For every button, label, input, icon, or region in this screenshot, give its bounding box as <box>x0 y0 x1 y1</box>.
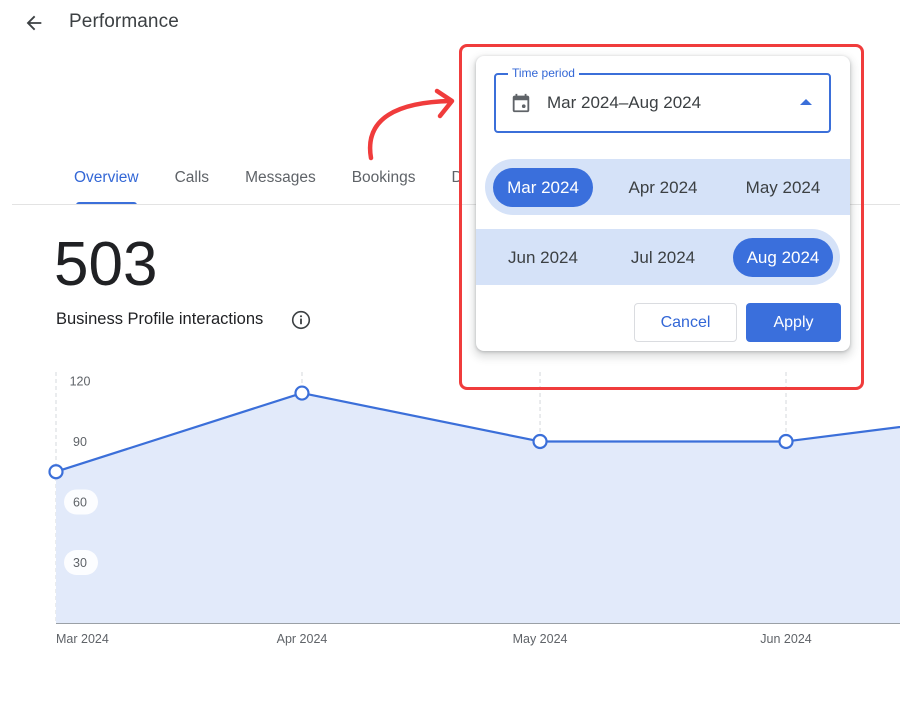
chart-area-fill <box>56 393 900 623</box>
chart-y-tick: 60 <box>64 489 98 515</box>
month-label: Aug 2024 <box>733 237 833 277</box>
chart-data-point <box>532 433 548 450</box>
time-period-value: Mar 2024–Aug 2024 <box>547 93 702 112</box>
month-option[interactable]: May 2024 <box>723 159 843 215</box>
chart-y-tick-label: 60 <box>73 495 87 509</box>
time-period-select[interactable]: Time period Mar 2024–Aug 2024 <box>494 66 831 133</box>
arrow-drop-up-icon[interactable] <box>800 99 812 105</box>
info-icon <box>291 310 311 330</box>
chart-x-tick-label: Apr 2024 <box>277 632 328 646</box>
chart-x-tick-labels: Mar 2024 Apr 2024 May 2024 Jun 2024 <box>56 632 812 646</box>
calendar-icon <box>512 93 530 113</box>
time-period-label: Time period <box>508 66 579 80</box>
month-option[interactable]: Mar 2024 <box>483 159 603 215</box>
tab-truncated[interactable]: D <box>451 168 462 204</box>
month-label: Mar 2024 <box>493 167 593 207</box>
chart-data-point <box>778 433 794 450</box>
back-button[interactable] <box>20 9 48 37</box>
month-option[interactable]: Aug 2024 <box>723 229 843 285</box>
tab-bar: Overview Calls Messages Bookings D <box>74 168 463 206</box>
month-label: Jun 2024 <box>508 247 578 267</box>
month-option[interactable]: Jun 2024 <box>483 229 603 285</box>
tab-bookings[interactable]: Bookings <box>352 168 416 204</box>
interactions-chart: 120 90 60 30 Mar 2024 Apr 2024 May 2024 Jun 20… <box>48 368 900 646</box>
chart-x-tick-label: Jun 2024 <box>760 632 811 646</box>
chart-x-tick-label: May 2024 <box>513 632 568 646</box>
month-option[interactable]: Jul 2024 <box>603 229 723 285</box>
time-period-popup: Time period Mar 2024–Aug 2024 Mar 2024 A… <box>476 56 850 351</box>
chart-data-point <box>48 464 64 480</box>
arrow-back-icon <box>26 15 42 31</box>
month-label: May 2024 <box>745 177 821 197</box>
tab-messages[interactable]: Messages <box>245 168 316 204</box>
metric-label: Business Profile interactions <box>56 310 264 328</box>
chart-y-tick-label: 30 <box>73 556 87 570</box>
cancel-button[interactable]: Cancel <box>634 303 737 342</box>
chart-data-point <box>294 385 310 401</box>
month-option[interactable]: Apr 2024 <box>603 159 723 215</box>
chart-y-tick: 120 <box>64 368 98 394</box>
chart-y-tick: 30 <box>64 549 98 575</box>
month-label: Apr 2024 <box>628 177 698 197</box>
page-title: Performance <box>69 11 179 32</box>
chart-y-tick-label: 120 <box>70 374 91 388</box>
chart-y-tick: 90 <box>64 428 98 454</box>
chart-x-tick-label: Mar 2024 <box>56 632 109 646</box>
info-button[interactable] <box>291 310 311 330</box>
apply-button[interactable]: Apply <box>746 303 841 342</box>
tab-calls[interactable]: Calls <box>175 168 209 204</box>
month-label: Jul 2024 <box>630 247 696 267</box>
metric-value: 503 <box>54 230 158 299</box>
chart-y-tick-label: 90 <box>73 435 87 449</box>
month-grid: Mar 2024 Apr 2024 May 2024 Jun 2024 Jul … <box>483 159 843 299</box>
tab-overview[interactable]: Overview <box>74 168 139 205</box>
